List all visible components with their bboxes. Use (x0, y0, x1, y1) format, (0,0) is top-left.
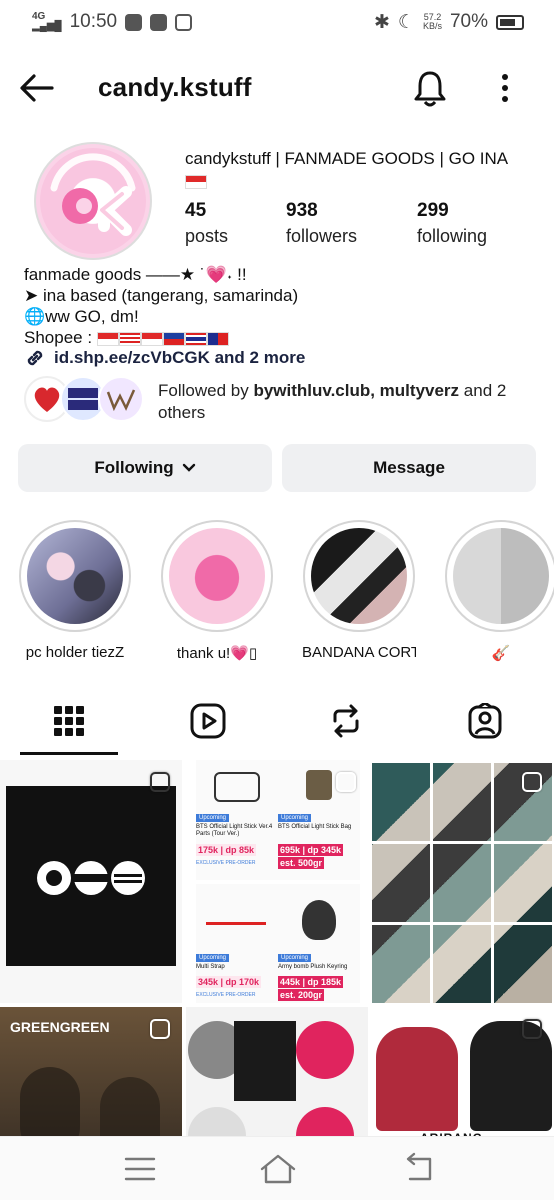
network-speed: 57.2 KB/s (422, 12, 442, 31)
followed-by[interactable]: Followed by bywithluv.club, multyverz an… (24, 376, 544, 424)
singapore-flag-icon (140, 331, 163, 346)
do-not-disturb-icon: ☾ (397, 11, 415, 33)
post-thumbnail[interactable] (186, 1007, 368, 1142)
select-checkbox[interactable] (522, 772, 542, 792)
logo-graphic (37, 861, 145, 895)
gallery-icon (175, 13, 193, 31)
bio-line: ➤ ina based (tangerang, samarinda) (24, 286, 299, 305)
thailand-flag-icon (184, 331, 207, 346)
active-tab-indicator (20, 752, 118, 755)
profile-header: candy.kstuff (0, 60, 554, 116)
chevron-down-icon (182, 463, 195, 472)
tagged-icon (468, 703, 502, 739)
bell-icon[interactable] (410, 68, 450, 108)
highlight-item[interactable]: thank u!💗▯ (160, 520, 274, 662)
bio-line: 🌐ww GO, dm! (24, 307, 139, 326)
post-thumbnail[interactable] (0, 760, 182, 1003)
battery-icon (496, 14, 524, 30)
highlight-cover (453, 528, 549, 624)
highlight-cover (169, 528, 265, 624)
profile-stats: 45 posts 938 followers 299 following (185, 200, 537, 247)
page-title: candy.kstuff (98, 72, 252, 102)
post-thumbnail[interactable] (372, 760, 554, 1003)
link-icon (27, 350, 43, 366)
taiwan-flag-icon (206, 331, 229, 346)
highlight-item[interactable]: BANDANA CORTI... (302, 520, 416, 661)
more-options-icon[interactable] (490, 68, 520, 108)
select-checkbox[interactable] (150, 772, 170, 792)
product-card: Upcoming Multi Strap 345k | dp 170k EXCL… (196, 884, 278, 1003)
highlight-item[interactable]: 🎸 (444, 520, 554, 662)
select-checkbox[interactable] (522, 1019, 542, 1039)
mutual-names: bywithluv.club, multyverz (253, 381, 460, 400)
malaysia-flag-icon (118, 331, 141, 346)
bluetooth-icon: ✱ (373, 11, 390, 33)
tab-posts[interactable] (19, 690, 119, 752)
tab-tagged[interactable] (435, 690, 535, 752)
mail-icon (150, 13, 168, 31)
highlight-item[interactable]: pc holder tiezZ (18, 520, 132, 661)
bio-line: fanmade goods ——★ ˙💗˖ !! (24, 265, 247, 284)
signal-icon: 4G ▂▄▆█ (32, 11, 62, 32)
post-thumbnail[interactable]: Upcoming BTS Official Light Stick Ver.4 … (186, 760, 368, 1003)
following-button[interactable]: Following (18, 444, 272, 492)
posts-stat[interactable]: 45 posts (185, 200, 286, 247)
philippines-flag-icon (162, 331, 185, 346)
highlight-cover (311, 528, 407, 624)
tab-reels[interactable] (158, 690, 258, 752)
back-nav-icon[interactable] (398, 1151, 438, 1187)
profile-avatar[interactable] (34, 142, 152, 260)
battery-percent: 70% (449, 11, 488, 32)
album-cover (6, 786, 176, 966)
avatar-logo (50, 153, 136, 236)
notification-app-icon (125, 13, 143, 31)
bio-line-shopee: Shopee : (24, 327, 544, 348)
mutual-avatar (98, 376, 144, 422)
reels-icon (190, 703, 226, 739)
post-thumbnail[interactable]: GREENGREEN (0, 1007, 182, 1142)
product-card: Upcoming BTS Official Light Stick Ver.4 … (196, 760, 278, 880)
display-name: candykstuff | FANMADE GOODS | GO INA (185, 148, 545, 192)
back-arrow-icon[interactable] (18, 70, 56, 106)
posts-grid: Upcoming BTS Official Light Stick Ver.4 … (0, 760, 554, 1142)
grid-icon (54, 706, 84, 736)
profile-bio: fanmade goods ——★ ˙💗˖ !! ➤ ina based (ta… (24, 264, 544, 348)
home-icon[interactable] (258, 1151, 298, 1187)
followers-stat[interactable]: 938 followers (286, 200, 417, 247)
product-card: Upcoming Army bomb Plush Keyring 445k | … (278, 884, 360, 1003)
indonesia-flag-icon (185, 174, 207, 189)
post-thumbnail[interactable]: ARIRANG (372, 1007, 554, 1142)
highlight-cover (27, 528, 123, 624)
clock: 10:50 (69, 11, 118, 32)
avatar-image (40, 148, 146, 254)
status-bar: 4G ▂▄▆█ 10:50 ✱ ☾ 57.2 KB/s 70% (0, 0, 554, 44)
tab-reposts[interactable] (296, 690, 396, 752)
message-button[interactable]: Message (282, 444, 536, 492)
content-tabs (0, 690, 554, 756)
select-checkbox[interactable] (336, 772, 356, 792)
reposts-icon (333, 704, 359, 738)
indonesia-flag-icon (96, 331, 119, 346)
bio-link[interactable]: id.shp.ee/zcVbCGK and 2 more (24, 347, 305, 369)
following-stat[interactable]: 299 following (417, 200, 537, 247)
system-nav-bar (0, 1136, 554, 1200)
recent-apps-icon[interactable] (120, 1151, 160, 1187)
select-checkbox[interactable] (150, 1019, 170, 1039)
